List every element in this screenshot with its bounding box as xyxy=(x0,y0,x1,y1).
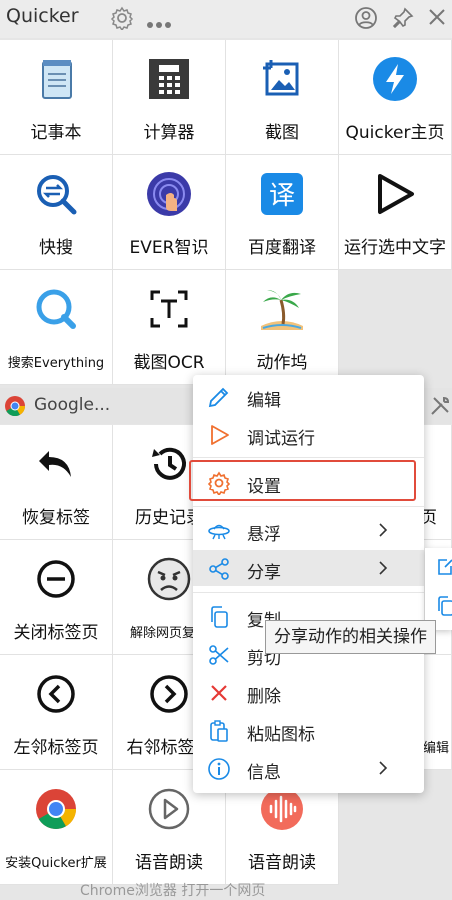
menu-separator xyxy=(193,506,424,507)
palm-tree-icon xyxy=(261,290,303,330)
close-icon[interactable] xyxy=(426,6,448,32)
chrome-icon xyxy=(36,789,76,829)
copy-icon[interactable] xyxy=(437,596,452,616)
screenshot-icon xyxy=(263,60,299,96)
action-restore-tab[interactable]: 恢复标签 xyxy=(0,425,113,540)
action-label: Quicker主页 xyxy=(345,123,445,143)
title-bar: Quicker xyxy=(0,0,452,38)
action-label: 计算器 xyxy=(143,123,195,143)
action-baidu-translate[interactable]: 译 百度翻译 xyxy=(226,155,339,270)
scissors-icon xyxy=(209,645,229,665)
menu-item-label: 粘贴图标 xyxy=(247,725,315,745)
action-screenshot[interactable]: 截图 xyxy=(226,40,339,155)
action-label: 搜索Everything xyxy=(7,356,105,371)
notepad-icon xyxy=(42,60,72,99)
quick-search-icon xyxy=(37,175,77,215)
action-quick-search[interactable]: 快搜 xyxy=(0,155,113,270)
open-link-icon[interactable] xyxy=(437,558,452,576)
action-label: 截图OCR xyxy=(133,353,205,373)
chevron-right-icon xyxy=(379,523,388,537)
pencil-icon xyxy=(208,387,229,408)
action-install-extension[interactable]: 安装Quicker扩展 xyxy=(0,770,113,885)
copy-icon xyxy=(211,606,228,628)
action-label: 关闭标签页 xyxy=(13,623,99,643)
share-tooltip: 分享动作的相关操作 xyxy=(265,620,436,654)
share-icon xyxy=(209,558,229,580)
minus-circle-icon xyxy=(37,560,75,598)
action-label: 语音朗读 xyxy=(135,853,203,873)
chevron-left-circle-icon xyxy=(37,675,75,713)
play-triangle-icon xyxy=(378,174,414,214)
chevron-right-circle-icon xyxy=(150,675,188,713)
play-circle-icon xyxy=(148,788,190,830)
gear-icon[interactable] xyxy=(110,6,134,34)
menu-item-info[interactable]: 信息 xyxy=(193,750,424,786)
action-label: 动作坞 xyxy=(256,353,308,373)
context-menu: 编辑 调试运行 设置 悬浮 分享 复制 剪切 删除 粘贴图标 信息 xyxy=(193,375,424,793)
fingerprint-icon xyxy=(147,172,191,216)
more-icon[interactable] xyxy=(146,14,172,33)
menu-item-label: 调试运行 xyxy=(247,429,315,449)
menu-item-debug-run[interactable]: 调试运行 xyxy=(193,416,424,452)
info-icon xyxy=(208,758,230,780)
action-label: EVER智识 xyxy=(129,238,209,258)
action-label: 运行选中文字 xyxy=(344,238,446,258)
menu-item-label: 编辑 xyxy=(247,391,281,411)
chevron-right-icon xyxy=(379,561,388,575)
menu-item-float[interactable]: 悬浮 xyxy=(193,512,424,548)
action-ever[interactable]: EVER智识 xyxy=(113,155,226,270)
lightning-icon xyxy=(373,57,417,101)
action-everything[interactable]: 搜索Everything xyxy=(0,270,113,385)
action-label: 快搜 xyxy=(39,238,73,258)
angry-face-icon xyxy=(147,557,191,601)
menu-item-label: 信息 xyxy=(247,763,281,783)
action-notepad[interactable]: 记事本 xyxy=(0,40,113,155)
translate-icon: 译 xyxy=(261,173,303,215)
group-title: Google... xyxy=(34,395,111,415)
menu-item-paste-icon[interactable]: 粘贴图标 xyxy=(193,712,424,748)
pin-icon[interactable] xyxy=(391,6,415,34)
action-quicker-home[interactable]: Quicker主页 xyxy=(339,40,452,155)
hint-text: Chrome浏览器 打开一个网页 xyxy=(80,883,266,899)
ocr-icon xyxy=(150,290,188,328)
calculator-icon xyxy=(149,59,189,99)
settings-highlight-box xyxy=(189,460,416,501)
undo-icon xyxy=(39,451,71,477)
menu-item-label: 删除 xyxy=(247,687,281,707)
share-submenu xyxy=(425,548,452,630)
action-run-selected[interactable]: 运行选中文字 xyxy=(339,155,452,270)
action-dock[interactable]: 动作坞 xyxy=(226,270,339,385)
play-outline-icon xyxy=(211,425,229,445)
svg-text:译: 译 xyxy=(269,181,295,211)
chevron-right-icon xyxy=(379,761,388,775)
app-title: Quicker xyxy=(6,5,79,27)
menu-item-edit[interactable]: 编辑 xyxy=(193,378,424,414)
menu-item-delete[interactable]: 删除 xyxy=(193,674,424,710)
action-label: 左邻标签页 xyxy=(13,738,99,758)
user-icon[interactable] xyxy=(354,6,378,34)
action-calculator[interactable]: 计算器 xyxy=(113,40,226,155)
history-icon xyxy=(152,447,186,480)
action-left-tab[interactable]: 左邻标签页 xyxy=(0,655,113,770)
tools-icon[interactable] xyxy=(428,394,452,418)
menu-separator xyxy=(193,457,424,458)
paste-icon xyxy=(210,720,228,742)
action-label: 记事本 xyxy=(30,123,82,143)
delete-x-icon xyxy=(211,685,227,701)
action-label: 语音朗读 xyxy=(248,853,316,873)
action-label: 恢复标签 xyxy=(22,508,90,528)
action-label: 截图 xyxy=(265,123,299,143)
menu-item-label: 分享 xyxy=(247,563,281,583)
action-close-tab[interactable]: 关闭标签页 xyxy=(0,540,113,655)
everything-search-icon xyxy=(36,289,76,329)
menu-item-share[interactable]: 分享 xyxy=(193,550,424,586)
menu-item-label: 悬浮 xyxy=(247,525,281,545)
chrome-icon xyxy=(5,396,26,417)
action-label: 百度翻译 xyxy=(248,238,316,258)
menu-separator xyxy=(193,592,424,593)
action-ocr[interactable]: 截图OCR xyxy=(113,270,226,385)
ufo-icon xyxy=(208,524,230,540)
action-label: 安装Quicker扩展 xyxy=(5,856,107,871)
